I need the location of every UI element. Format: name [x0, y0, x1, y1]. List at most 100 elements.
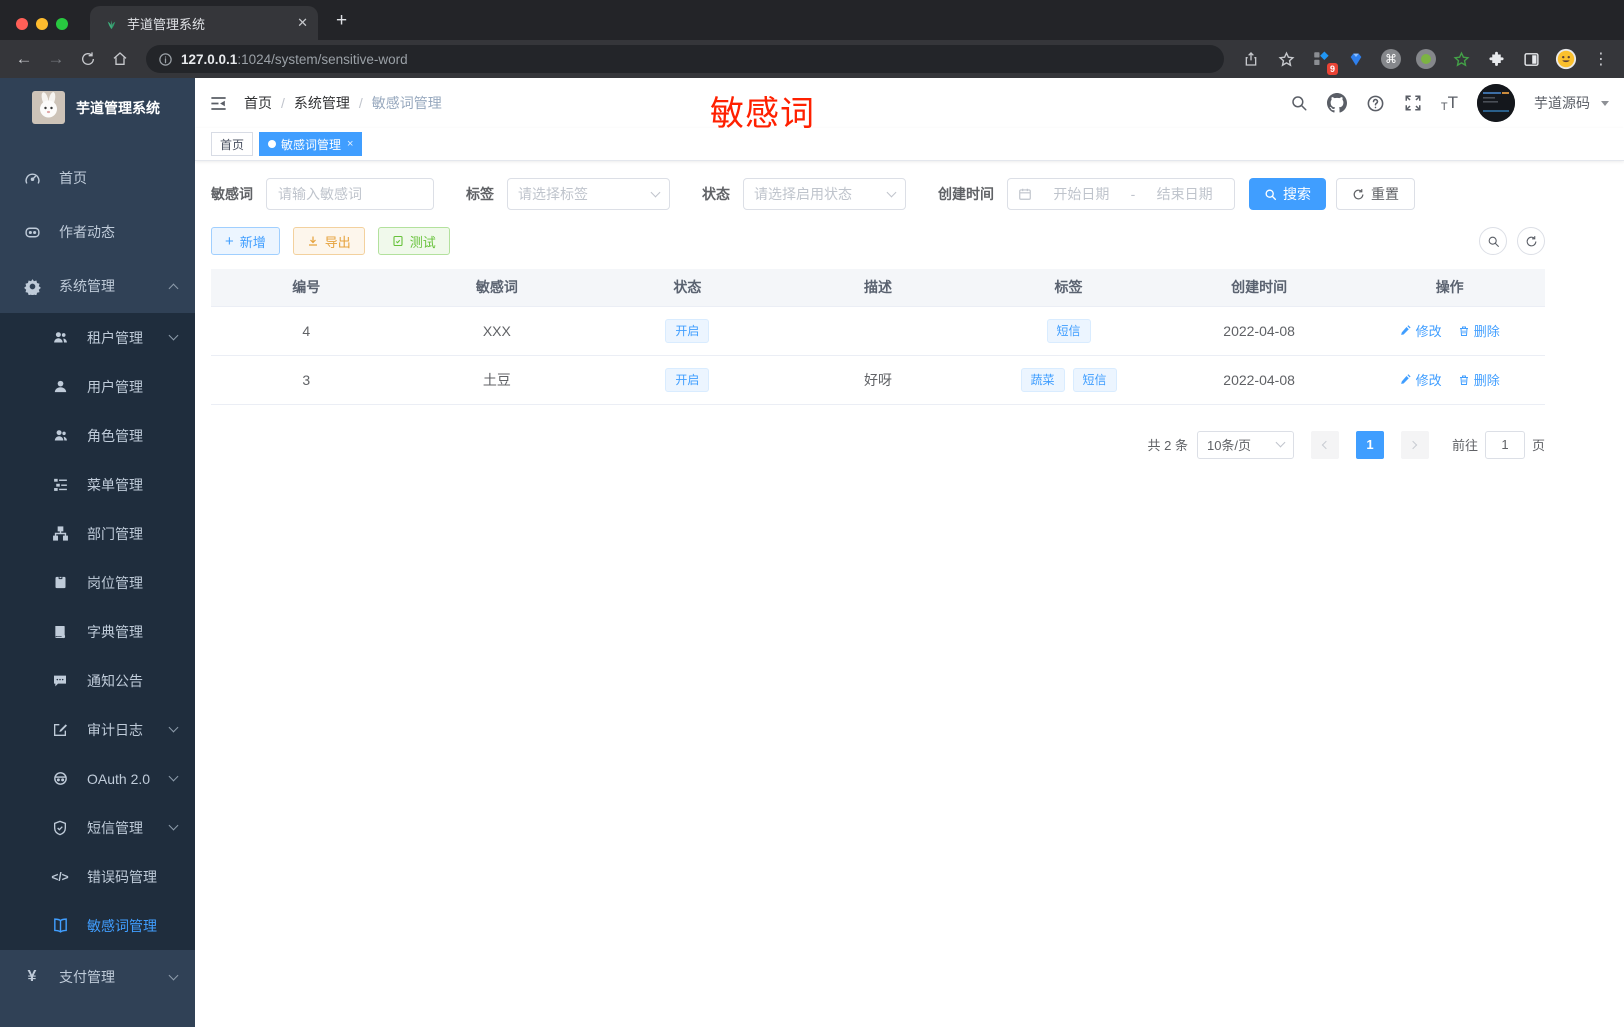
sidebar-item-tenant[interactable]: 租户管理: [0, 313, 195, 362]
status-select[interactable]: 请选择启用状态: [743, 178, 906, 210]
window-minimize-button[interactable]: [36, 18, 48, 30]
chevron-down-icon: [168, 330, 179, 341]
sidebar-item-user[interactable]: 用户管理: [0, 362, 195, 411]
tag-home[interactable]: 首页: [211, 132, 254, 156]
cell-created: 2022-04-08: [1163, 306, 1355, 356]
window-zoom-button[interactable]: [56, 18, 68, 30]
test-button[interactable]: 测试: [377, 227, 450, 255]
roles-icon: [48, 427, 72, 444]
sidebar-item-role[interactable]: 角色管理: [0, 411, 195, 460]
chrome-menu-icon[interactable]: ⋮: [1588, 46, 1614, 72]
side-panel-icon[interactable]: [1518, 46, 1544, 72]
profile-avatar-icon[interactable]: [1553, 46, 1579, 72]
user-menu-caret-icon[interactable]: [1601, 100, 1609, 106]
delete-link[interactable]: 删除: [1458, 370, 1500, 389]
sidebar-item-post[interactable]: 岗位管理: [0, 558, 195, 607]
back-icon[interactable]: ←: [10, 45, 38, 73]
sidebar-item-notice[interactable]: 通知公告: [0, 656, 195, 705]
date-range-picker[interactable]: 开始日期 - 结束日期: [1007, 178, 1235, 210]
sidebar-item-author[interactable]: 作者动态: [0, 205, 195, 259]
site-info-icon[interactable]: [158, 52, 173, 67]
keyword-group: 敏感词: [211, 178, 434, 210]
edit-link[interactable]: 修改: [1400, 321, 1442, 340]
red-annotation: 敏感词: [710, 95, 815, 133]
chevron-down-icon: [168, 970, 179, 980]
page-size-select[interactable]: 10条/页: [1196, 430, 1294, 459]
reload-icon[interactable]: [74, 45, 102, 73]
refresh-icon[interactable]: [1517, 227, 1545, 255]
share-icon[interactable]: [1238, 46, 1264, 72]
calendar-icon: [1018, 187, 1032, 201]
next-page-button[interactable]: [1400, 430, 1429, 459]
home-icon[interactable]: [106, 45, 134, 73]
user-avatar[interactable]: [1477, 84, 1515, 122]
chevron-up-icon: [168, 283, 179, 293]
tag-sensitive-word[interactable]: 敏感词管理 ×: [259, 132, 363, 156]
tag-close-icon[interactable]: ×: [347, 138, 353, 150]
fullscreen-icon[interactable]: [1404, 94, 1422, 112]
sidebar-item-pay[interactable]: ¥ 支付管理: [0, 950, 195, 1004]
keyword-input[interactable]: [266, 178, 434, 210]
tag-badge: 短信: [1046, 318, 1091, 343]
tab-close-icon[interactable]: ✕: [297, 15, 308, 31]
pagination: 共 2 条 10条/页 1 前往 页: [211, 430, 1545, 459]
address-bar[interactable]: 127.0.0.1:1024/system/sensitive-word: [146, 45, 1224, 73]
add-button[interactable]: + 新增: [211, 227, 280, 255]
toggle-search-icon[interactable]: [1479, 227, 1507, 255]
search-icon[interactable]: [1290, 94, 1308, 112]
edit-link[interactable]: 修改: [1400, 370, 1442, 389]
bookmark-star-icon[interactable]: [1273, 46, 1299, 72]
sidebar-fold-icon[interactable]: [209, 94, 228, 113]
breadcrumb-home[interactable]: 首页: [244, 93, 272, 113]
extension-gem-icon[interactable]: [1343, 46, 1369, 72]
users-icon: [48, 329, 72, 346]
extension-grid-icon[interactable]: 9: [1308, 46, 1338, 75]
breadcrumb-system[interactable]: 系统管理: [294, 93, 350, 113]
robot-icon: [48, 770, 72, 787]
sidebar-item-dict[interactable]: 字典管理: [0, 607, 195, 656]
url-host: 127.0.0.1: [181, 51, 238, 67]
delete-link[interactable]: 删除: [1458, 321, 1500, 340]
prev-page-button[interactable]: [1310, 430, 1339, 459]
cell-created: 2022-04-08: [1163, 355, 1355, 405]
main-area: 敏感词 首页 / 系统管理 / 敏感词管理 TT 芋道源码 首页 敏感词管理 ×…: [195, 78, 1624, 1027]
export-button[interactable]: 导出: [292, 227, 365, 255]
sidebar-item-home[interactable]: 首页: [0, 151, 195, 205]
font-size-icon[interactable]: TT: [1441, 93, 1458, 113]
reset-button[interactable]: 重置: [1336, 178, 1415, 210]
sidebar-item-system[interactable]: 系统管理: [0, 259, 195, 313]
extension-record-icon[interactable]: [1413, 46, 1439, 72]
browser-tab[interactable]: 芋道管理系统 ✕: [90, 6, 318, 40]
help-icon[interactable]: [1366, 94, 1385, 113]
new-tab-button[interactable]: +: [336, 10, 347, 32]
github-icon[interactable]: [1326, 93, 1347, 113]
sidebar-item-audit[interactable]: 审计日志: [0, 705, 195, 754]
tag-select[interactable]: 请选择标签: [507, 178, 670, 210]
goto-page-input[interactable]: [1484, 430, 1525, 459]
sidebar-item-dept[interactable]: 部门管理: [0, 509, 195, 558]
forward-icon[interactable]: →: [42, 45, 70, 73]
browser-tabstrip: 芋道管理系统 ✕ +: [0, 0, 1624, 40]
search-button[interactable]: 搜索: [1249, 178, 1326, 210]
navbar-actions: TT 芋道源码: [1290, 84, 1609, 122]
navbar: 首页 / 系统管理 / 敏感词管理 TT 芋道源码: [195, 78, 1624, 128]
sidebar-item-menu[interactable]: 菜单管理: [0, 460, 195, 509]
delete-label: 删除: [1473, 324, 1500, 339]
window-close-button[interactable]: [16, 18, 28, 30]
sidebar-item-oauth[interactable]: OAuth 2.0: [0, 754, 195, 803]
cell-tags: 短信: [973, 306, 1164, 356]
sidebar-item-sensitive-word[interactable]: 敏感词管理: [0, 901, 195, 950]
sidebar-item-sms[interactable]: 短信管理: [0, 803, 195, 852]
sidebar-item-label: 首页: [59, 170, 87, 186]
status-badge: 开启: [665, 318, 710, 343]
extension-command-icon[interactable]: ⌘: [1378, 46, 1404, 72]
sidebar-item-errorcode[interactable]: </> 错误码管理: [0, 852, 195, 901]
org-chart-icon: [48, 525, 72, 542]
extension-star-icon[interactable]: [1448, 46, 1474, 72]
toolbar-row: + 新增 导出 测试: [211, 227, 1545, 255]
cell-id: 3: [211, 355, 402, 405]
extensions-puzzle-icon[interactable]: [1483, 46, 1509, 72]
table-row: 3 土豆 开启 好呀 蔬菜 短信 2022-04-08 修改 删除: [211, 355, 1545, 405]
username[interactable]: 芋道源码: [1534, 93, 1590, 113]
current-page[interactable]: 1: [1355, 430, 1384, 459]
